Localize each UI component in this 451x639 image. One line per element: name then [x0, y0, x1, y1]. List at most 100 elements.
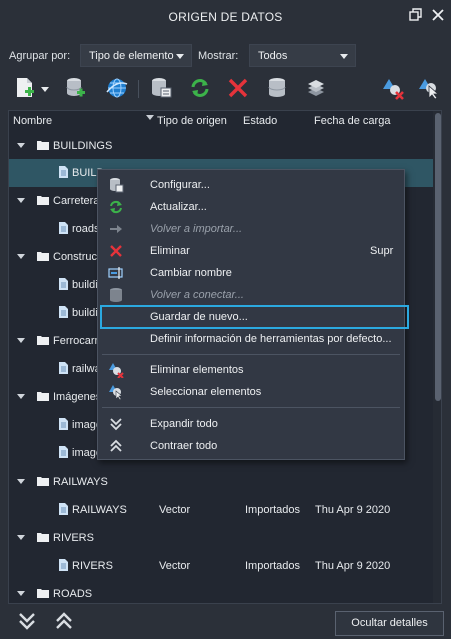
- reconnect-database-icon: [110, 288, 122, 302]
- document-icon: [59, 418, 68, 430]
- scrollbar-thumb[interactable]: [435, 113, 441, 401]
- menu-label: Actualizar...: [150, 201, 207, 213]
- add-database-icon: [66, 78, 85, 97]
- menu-item-save-again[interactable]: Guardar de nuevo...: [100, 305, 409, 329]
- folder-icon: [37, 196, 49, 205]
- delete-button[interactable]: [224, 74, 252, 102]
- group-label: RAILWAYS: [53, 476, 108, 488]
- menu-item-configure[interactable]: Configurar...: [98, 174, 404, 196]
- collapse-all-button[interactable]: [53, 610, 75, 632]
- document-icon: [59, 306, 68, 318]
- source-type-cell: Vector: [159, 560, 191, 572]
- refresh-icon: [110, 200, 122, 214]
- menu-label: Volver a importar...: [150, 223, 243, 235]
- menu-label: Eliminar elementos: [150, 364, 244, 376]
- document-icon: [59, 166, 68, 178]
- menu-item-reconnect: Volver a conectar...: [98, 284, 404, 306]
- expand-all-icon: [110, 418, 122, 431]
- show-dropdown[interactable]: Todos: [249, 44, 356, 67]
- menu-label: Eliminar: [150, 245, 190, 257]
- column-source-type[interactable]: Tipo de origen: [157, 115, 227, 127]
- add-database-button[interactable]: [62, 74, 90, 102]
- group-label: Ferrocarril: [53, 335, 104, 347]
- tree-group-row[interactable]: RAILWAYS: [9, 468, 433, 496]
- menu-item-select-elements[interactable]: Seleccionar elementos: [98, 381, 404, 403]
- group-label: RIVERS: [53, 532, 94, 544]
- menu-label: Definir información de herramientas por …: [150, 333, 392, 345]
- close-icon[interactable]: [430, 7, 448, 25]
- column-state[interactable]: Estado: [243, 115, 277, 127]
- select-elements-icon: [419, 79, 440, 100]
- hide-details-button[interactable]: Ocultar detalles: [335, 611, 444, 636]
- globe-icon: [106, 78, 128, 98]
- menu-item-remove-elements[interactable]: Eliminar elementos: [98, 359, 404, 381]
- expand-arrow-icon[interactable]: [17, 479, 25, 484]
- item-label: RIVERS: [72, 560, 113, 572]
- tree-group-row[interactable]: BUILDINGS: [9, 132, 433, 160]
- filter-bar: Agrupar por: Tipo de elemento Mostrar: T…: [0, 44, 451, 68]
- document-icon: [59, 222, 68, 234]
- document-icon: [59, 559, 68, 571]
- reconnect-button[interactable]: [263, 74, 291, 102]
- expand-arrow-icon[interactable]: [17, 143, 25, 148]
- group-label: BUILDINGS: [53, 140, 113, 152]
- new-data-source-button[interactable]: [12, 74, 40, 102]
- tree-item-row[interactable]: RAILWAYS Vector Importados Thu Apr 9 202…: [9, 496, 433, 524]
- vertical-scrollbar[interactable]: [433, 111, 441, 603]
- menu-label: Guardar de nuevo...: [150, 311, 248, 323]
- load-date-cell: Thu Apr 9 2020: [315, 504, 391, 516]
- menu-label: Configurar...: [150, 179, 210, 191]
- new-data-source-dropdown[interactable]: [38, 74, 52, 102]
- expand-arrow-icon[interactable]: [17, 591, 25, 596]
- layers-icon: [308, 80, 324, 96]
- menu-item-delete[interactable]: Eliminar Supr: [98, 240, 404, 262]
- collapse-all-icon: [110, 439, 122, 452]
- menu-item-collapse-all[interactable]: Contraer todo: [98, 435, 404, 457]
- remove-elements-icon: [383, 79, 404, 100]
- expand-all-button[interactable]: [16, 610, 38, 632]
- menu-label: Cambiar nombre: [150, 267, 232, 279]
- delete-x-icon: [110, 245, 122, 257]
- collapse-all-icon: [56, 612, 72, 629]
- remove-elements-button[interactable]: [378, 74, 406, 102]
- menu-item-define-tooltip[interactable]: Definir información de herramientas por …: [98, 328, 404, 350]
- document-icon: [59, 446, 68, 458]
- source-type-cell: Vector: [159, 504, 191, 516]
- folder-icon: [37, 589, 49, 598]
- group-by-label: Agrupar por:: [9, 50, 71, 62]
- menu-label: Volver a conectar...: [150, 289, 244, 301]
- menu-item-expand-all[interactable]: Expandir todo: [98, 413, 404, 435]
- expand-arrow-icon[interactable]: [17, 198, 25, 203]
- expand-arrow-icon[interactable]: [17, 394, 25, 399]
- layers-button[interactable]: [302, 74, 330, 102]
- tree-group-row[interactable]: RIVERS: [9, 524, 433, 552]
- column-name[interactable]: Nombre: [13, 115, 52, 127]
- expand-arrow-icon[interactable]: [17, 254, 25, 259]
- add-web-service-button[interactable]: [103, 74, 131, 102]
- group-label: ROADS: [53, 588, 93, 600]
- tree-group-row[interactable]: ROADS: [9, 580, 433, 603]
- item-label: RAILWAYS: [72, 504, 127, 516]
- state-cell: Importados: [245, 504, 301, 516]
- restore-window-icon[interactable]: [408, 7, 426, 25]
- menu-item-reimport: Volver a importar...: [98, 218, 404, 240]
- folder-icon: [37, 477, 49, 486]
- expand-all-icon: [19, 613, 35, 630]
- group-by-dropdown[interactable]: Tipo de elemento: [80, 44, 192, 67]
- menu-item-rename[interactable]: Cambiar nombre: [98, 262, 404, 284]
- configure-button[interactable]: [147, 74, 175, 102]
- select-elements-button[interactable]: [414, 74, 442, 102]
- column-load-date[interactable]: Fecha de carga: [314, 115, 390, 127]
- document-icon: [59, 278, 68, 290]
- toolbar-separator: [138, 80, 139, 98]
- chevron-down-icon: [340, 54, 348, 59]
- expand-arrow-icon[interactable]: [17, 338, 25, 343]
- tree-item-row[interactable]: RIVERS Vector Importados Thu Apr 9 2020: [9, 552, 433, 580]
- folder-icon: [37, 252, 49, 261]
- expand-arrow-icon[interactable]: [17, 535, 25, 540]
- folder-icon: [37, 336, 49, 345]
- folder-icon: [37, 392, 49, 401]
- refresh-button[interactable]: [186, 74, 214, 102]
- menu-item-refresh[interactable]: Actualizar...: [98, 196, 404, 218]
- reimport-arrow-icon: [110, 225, 122, 233]
